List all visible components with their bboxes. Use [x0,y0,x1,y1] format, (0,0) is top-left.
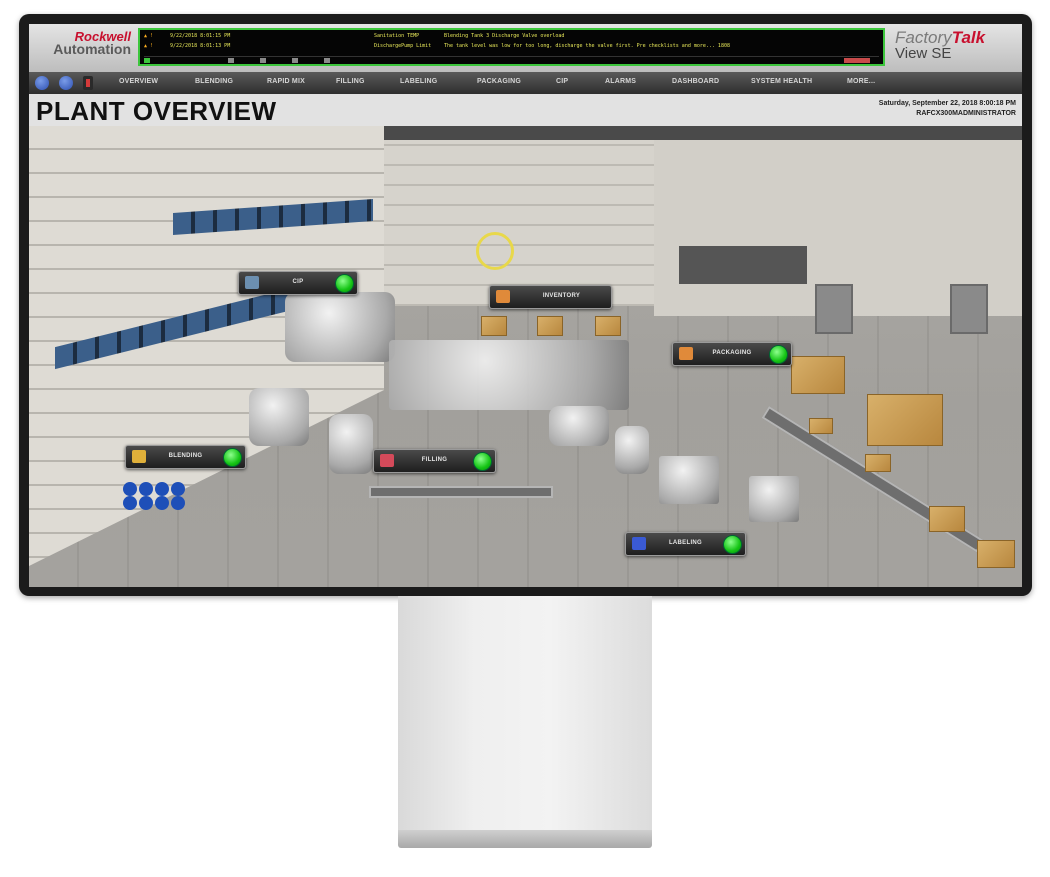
alarm-row[interactable]: ▲ ! 9/22/2018 8:01:13 PM DischargePump L… [144,43,879,52]
hmi-screen: Rockwell Automation ▲ ! 9/22/2018 8:01:1… [29,24,1022,587]
alarm-severity-icon: ▲ ! [144,43,154,49]
alarm-tag: DischargePump Limit [374,43,432,49]
area-button-filling[interactable]: FILLING [373,449,496,473]
door [815,284,853,334]
alarm-severity-icon: ▲ ! [144,33,154,39]
silence-icon[interactable] [260,58,266,63]
stop-icon[interactable] [83,76,93,90]
drum [155,496,169,510]
reset-icon[interactable] [324,58,330,63]
drum [123,496,137,510]
packaging-icon [679,347,693,360]
mix-tank [329,414,373,474]
ceiling [384,126,1022,140]
alarm-banner[interactable]: ▲ ! 9/22/2018 8:01:15 PM Sanitation TEMP… [138,28,885,66]
tab-cip[interactable]: CIP [556,78,568,85]
blend-tank [249,388,309,446]
status-indicator-icon [335,274,354,293]
status-indicator-icon [723,535,742,554]
drum [171,482,185,496]
box [481,316,507,336]
box [791,356,845,394]
drum [123,482,137,496]
garage-door [679,246,807,284]
tab-filling[interactable]: FILLING [336,78,365,85]
navigation-bar: OVERVIEW BLENDING RAPID MIX FILLING LABE… [29,72,1022,94]
tab-labeling[interactable]: LABELING [400,78,437,85]
status-indicator-icon [223,448,242,467]
filler [549,406,609,446]
box [537,316,563,336]
factorytalk-logo: FactoryTalk View SE [895,28,986,62]
box [977,540,1015,568]
datetime-display: Saturday, September 22, 2018 8:00:18 PM [878,100,1016,107]
cip-icon [245,276,259,289]
conveyor [369,486,553,498]
sort-icon[interactable] [292,58,298,63]
monitor-stand-base [398,830,652,848]
alarm-row[interactable]: ▲ ! 9/22/2018 8:01:15 PM Sanitation TEMP… [144,33,879,42]
area-button-packaging[interactable]: PACKAGING [672,342,792,366]
box [595,316,621,336]
drum [171,496,185,510]
blending-icon [132,450,146,463]
tab-packaging[interactable]: PACKAGING [477,78,521,85]
forward-icon[interactable] [59,76,73,90]
door [950,284,988,334]
monitor-frame: Rockwell Automation ▲ ! 9/22/2018 8:01:1… [19,14,1032,596]
tab-system-health[interactable]: SYSTEM HEALTH [751,78,812,85]
plant-scene: CIP INVENTORY PACKAGING BLENDING FILLING [29,126,1022,587]
tab-alarms[interactable]: ALARMS [605,78,636,85]
filling-icon [380,454,394,467]
drum [139,496,153,510]
mouse-cursor [476,232,514,270]
tank [615,426,649,474]
tab-dashboard[interactable]: DASHBOARD [672,78,719,85]
page-title: PLANT OVERVIEW [36,96,277,126]
monitor-stand [398,596,652,836]
box [929,506,965,532]
alarm-message: Blending Tank 3 Discharge Valve overload [444,33,565,39]
tab-more[interactable]: MORE... [847,78,875,85]
area-button-blending[interactable]: BLENDING [125,445,246,469]
area-button-cip[interactable]: CIP [238,271,358,295]
user-display: RAFCX300MADMINISTRATOR [916,110,1016,117]
tab-blending[interactable]: BLENDING [195,78,233,85]
filter-icon[interactable] [228,58,234,63]
header-bar: Rockwell Automation ▲ ! 9/22/2018 8:01:1… [29,24,1022,72]
tab-rapid-mix[interactable]: RAPID MIX [267,78,305,85]
status-indicator-icon [769,345,788,364]
acknowledge-icon[interactable] [144,58,150,63]
alarm-time: 9/22/2018 8:01:13 PM [170,43,231,49]
alarm-tag: Sanitation TEMP [374,33,420,39]
title-bar: PLANT OVERVIEW Saturday, September 22, 2… [29,94,1022,126]
area-button-inventory[interactable]: INVENTORY [489,285,612,309]
alarm-time: 9/22/2018 8:01:15 PM [170,33,231,39]
back-wall [384,126,654,306]
alarm-count-icon[interactable] [844,58,870,63]
labeling-icon [632,537,646,550]
box [865,454,891,472]
inventory-icon [496,290,510,303]
area-button-labeling[interactable]: LABELING [625,532,746,556]
status-indicator-icon [473,452,492,471]
rockwell-logo: Rockwell Automation [53,29,131,57]
drum [139,482,153,496]
alarm-message: The tank level was low for too long, dis… [444,43,730,49]
labeler [659,456,719,504]
tab-overview[interactable]: OVERVIEW [119,78,158,85]
alarm-toolbar [144,56,879,65]
process-line [389,340,629,410]
back-icon[interactable] [35,76,49,90]
box [809,418,833,434]
drum [155,482,169,496]
box [867,394,943,446]
case-packer [749,476,799,522]
tank-cluster [285,292,395,362]
